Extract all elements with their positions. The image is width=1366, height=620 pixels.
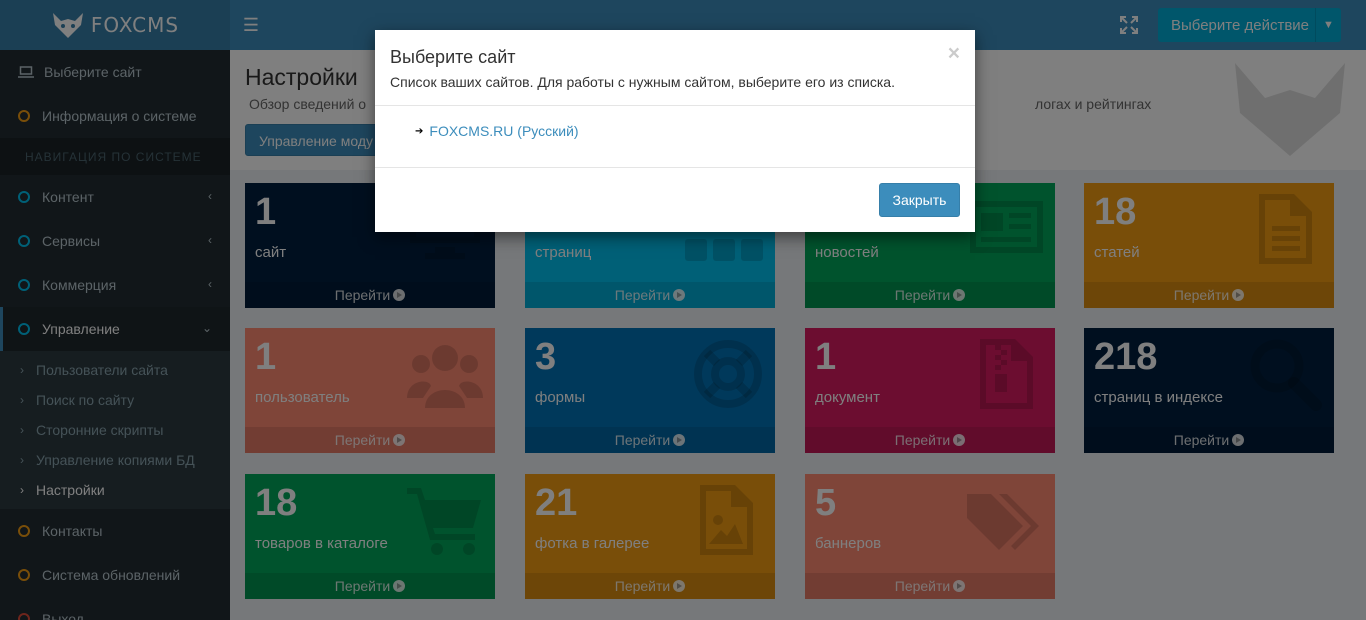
modal-body: ➔ FOXCMS.RU (Русский) bbox=[375, 106, 975, 168]
modal-header: Выберите сайт Список ваших сайтов. Для р… bbox=[375, 30, 975, 106]
close-button[interactable]: Закрыть bbox=[879, 183, 960, 217]
modal-title: Выберите сайт bbox=[390, 47, 516, 67]
modal-footer: Закрыть bbox=[375, 168, 975, 231]
site-list-item[interactable]: ➔ FOXCMS.RU (Русский) bbox=[415, 123, 975, 139]
modal-description: Список ваших сайтов. Для работы с нужным… bbox=[390, 74, 895, 90]
site-link-label[interactable]: FOXCMS.RU (Русский) bbox=[429, 123, 578, 139]
arrow-right-icon: ➔ bbox=[415, 125, 424, 137]
close-icon[interactable]: × bbox=[948, 43, 960, 64]
select-site-modal: Выберите сайт Список ваших сайтов. Для р… bbox=[375, 30, 975, 232]
